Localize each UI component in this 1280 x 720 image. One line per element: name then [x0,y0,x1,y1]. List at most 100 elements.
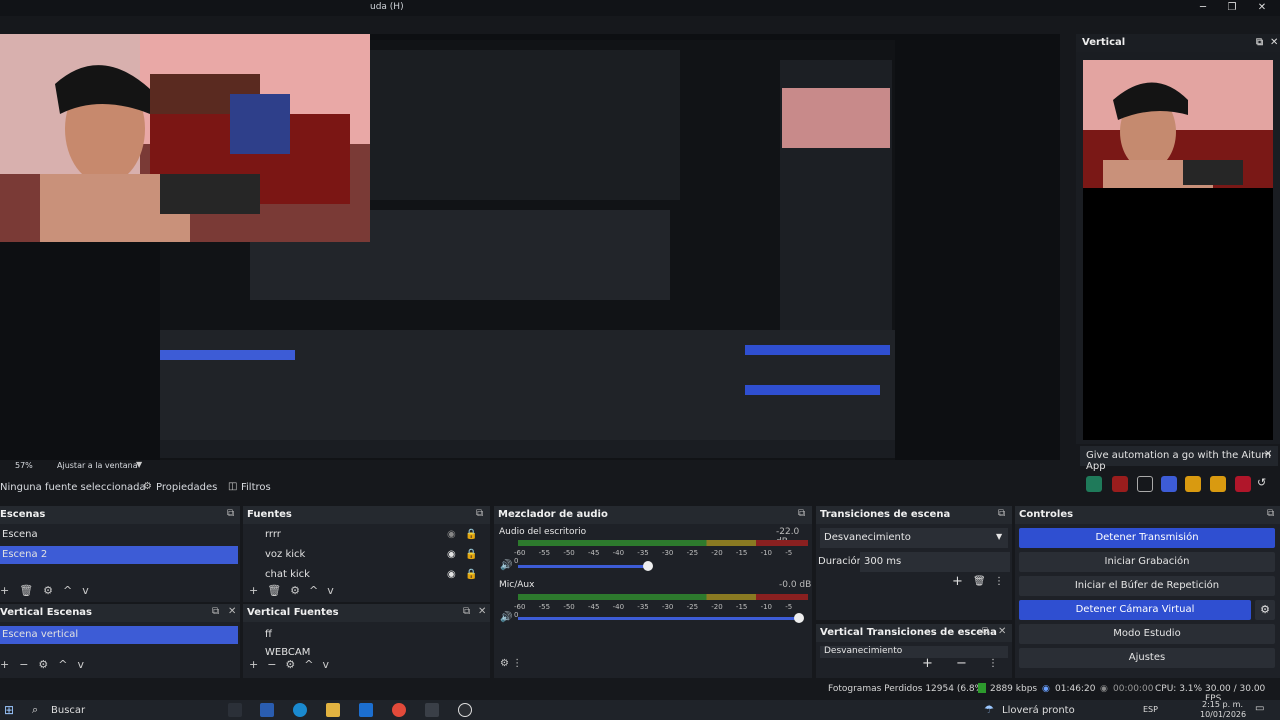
vertical-transition-select[interactable]: Desvanecimiento [820,646,1008,658]
lock-icon[interactable]: 🔒 [465,569,477,580]
visibility-icon[interactable]: ◉ [447,549,456,560]
replay-buffer-button[interactable]: Iniciar el Búfer de Repetición [1019,576,1275,596]
float-icon[interactable]: ⧉ [476,508,483,519]
vertical-panel-title: Vertical [1082,37,1126,48]
clock-date[interactable]: 10/01/2026 [1200,710,1246,719]
gear-icon[interactable] [1210,476,1226,492]
record-time: 00:00:00 [1113,684,1154,694]
share-icon[interactable]: ↺ [1257,476,1273,492]
notification-icon[interactable]: ▭ [1255,703,1264,714]
more-icon[interactable]: ⋮ [994,576,1004,587]
visibility-icon[interactable]: ◉ [447,569,456,580]
status-bar: Fotogramas Perdidos 12954 (6.8%) 2889 kb… [0,682,1280,704]
obs-icon[interactable] [458,703,472,717]
camera-icon[interactable] [1185,476,1201,492]
close-icon[interactable]: ✕ [998,626,1006,637]
volume-meter [518,540,808,546]
maximize-icon[interactable]: ❐ [1224,1,1240,15]
vertical-scenes-dock: Vertical Escenas ⧉ ✕ Escena vertical +−⚙^v [0,604,240,678]
gear-icon[interactable]: ⚙ ⋮ [500,658,522,669]
studio-mode-button[interactable]: Modo Estudio [1019,624,1275,644]
visibility-icon[interactable]: ◉ [447,529,456,540]
add-icon[interactable]: + [952,574,963,589]
volume-slider[interactable] [518,617,800,620]
outlook-icon[interactable] [359,703,373,717]
more-icon[interactable]: ⋮ [988,658,998,669]
scene-controls[interactable]: +🗑⚙^v [0,584,99,597]
edge-icon[interactable] [293,703,307,717]
language-indicator[interactable]: ESP [1143,705,1158,714]
stream-icon[interactable] [1086,476,1102,492]
windows-icon[interactable]: ⊞ [4,703,14,717]
float-icon[interactable]: ⧉ [982,626,989,637]
chrome-icon[interactable] [392,703,406,717]
chevron-down-icon[interactable]: ▼ [136,460,142,469]
teams-icon[interactable] [260,703,274,717]
stop-stream-button[interactable]: Detener Transmisión [1019,528,1275,548]
start-recording-button[interactable]: Iniciar Grabación [1019,552,1275,572]
close-icon[interactable]: ✕ [1264,449,1272,460]
duration-label: Duración [818,556,864,567]
stop-virtual-camera-button[interactable]: Detener Cámara Virtual [1019,600,1251,620]
vertical-source-controls[interactable]: +−⚙^v [249,658,338,671]
vertical-source-item[interactable]: ff [243,626,483,644]
close-icon[interactable]: ✕ [1270,37,1278,48]
cpu-usage: CPU: 3.1% [1155,684,1203,694]
close-icon[interactable]: ✕ [1254,1,1270,15]
task-view-icon[interactable] [228,703,242,717]
notification-bar[interactable]: Give automation a go with the Aitum App … [1080,446,1278,472]
gear-icon[interactable]: ⚙ [1255,600,1275,620]
properties-button[interactable]: Propiedades [156,482,217,493]
settings-button[interactable]: Ajustes [1019,648,1275,668]
source-item[interactable]: voz kick ◉ 🔒 [243,546,483,564]
duration-input[interactable]: 300 ms [860,552,1010,572]
float-icon[interactable]: ⧉ [463,606,470,617]
folder-icon[interactable] [326,703,340,717]
zoom-level[interactable]: 57% [15,461,33,470]
heart-icon[interactable] [1235,476,1251,492]
source-item[interactable]: rrrr ◉ 🔒 [243,526,483,544]
scenes-dock: Escenas ⧉ Escena Escena 2 +🗑⚙^v [0,506,240,602]
scene-item-selected[interactable]: Escena 2 [0,546,238,564]
scale-select[interactable]: Ajustar a la ventana [57,461,138,470]
pause-icon[interactable] [1137,476,1153,492]
controls-title: Controles [1019,509,1074,520]
vertical-scene-controls[interactable]: +−⚙^v [0,658,94,671]
float-icon[interactable]: ⧉ [1267,508,1274,519]
speaker-icon[interactable]: 🔊 [500,560,512,571]
close-icon[interactable]: ✕ [478,606,486,617]
close-icon[interactable]: ✕ [228,606,236,617]
lock-icon[interactable]: 🔒 [465,549,477,560]
transition-select[interactable]: Desvanecimiento ▼ [820,528,1008,548]
minimize-icon[interactable]: ─ [1195,1,1211,15]
vertical-source-item[interactable]: WEBCAM [243,644,483,656]
clock-time[interactable]: 2:15 p. m. [1202,700,1243,709]
filters-button[interactable]: Filtros [241,482,271,493]
float-icon[interactable]: ⧉ [227,508,234,519]
speaker-icon[interactable]: 🔊 [500,612,512,623]
float-icon[interactable]: ⧉ [1256,37,1263,48]
search-icon[interactable]: ⌕ [32,703,38,717]
search-input[interactable]: Buscar [51,705,85,716]
scene-item[interactable]: Escena [0,526,238,544]
source-item[interactable]: chat kick ◉ 🔒 [243,566,483,584]
float-icon[interactable]: ⧉ [998,508,1005,519]
main-preview[interactable] [0,34,1060,460]
remove-icon[interactable]: − [956,656,967,671]
float-icon[interactable]: ⧉ [212,606,219,617]
volume-knob[interactable] [643,561,653,571]
volume-knob[interactable] [794,613,804,623]
replay-icon[interactable] [1161,476,1177,492]
record-icon[interactable] [1112,476,1128,492]
source-controls[interactable]: +🗑⚙^v [249,584,343,597]
trash-icon[interactable]: 🗑 [973,576,986,587]
lock-icon[interactable]: 🔒 [465,529,477,540]
vertical-preview[interactable] [1083,60,1273,440]
filter-icon: ◫ [228,481,238,492]
add-icon[interactable]: + [922,656,933,671]
float-icon[interactable]: ⧉ [798,508,805,519]
vertical-scene-item[interactable]: Escena vertical [0,626,238,644]
store-icon[interactable] [425,703,439,717]
transitions-dock: Transiciones de escena ⧉ Desvanecimiento … [816,506,1012,620]
volume-slider[interactable] [518,565,648,568]
